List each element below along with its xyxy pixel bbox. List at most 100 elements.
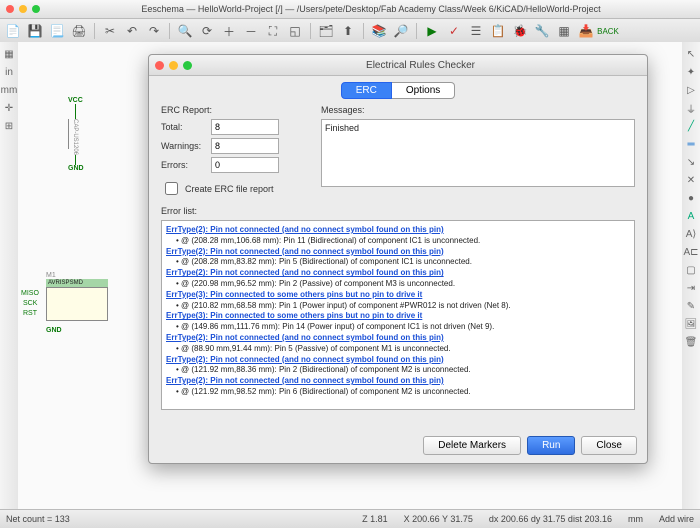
error-detail: • @ (210.82 mm,68.58 mm): Pin 1 (Power i…: [176, 301, 630, 312]
error-detail: • @ (121.92 mm,88.36 mm): Pin 2 (Bidirec…: [176, 365, 630, 376]
dialog-zoom-dot[interactable]: [183, 61, 192, 70]
delete-icon[interactable]: 🗑: [685, 336, 697, 348]
zoom-selection-icon[interactable]: ◱: [286, 22, 304, 40]
dialog-close-dot[interactable]: [155, 61, 164, 70]
new-icon[interactable]: 📄: [4, 22, 22, 40]
error-detail: • @ (208.28 mm,83.82 mm): Pin 5 (Bidirec…: [176, 257, 630, 268]
highlight-icon[interactable]: ✦: [685, 66, 697, 78]
cursor-icon[interactable]: ✛: [3, 102, 15, 114]
create-report-checkbox[interactable]: [165, 182, 178, 195]
left-edge-toolbar: ▦ in mm ✛ ⊞: [0, 42, 19, 510]
main-toolbar: 📄 💾 📃 🖨 ✂ ↶ ↷ 🔍 ⟳ ＋ － ⛶ ◱ 🗂 ⬆ 📚 🔎 ▶ ✓ ☰ …: [0, 19, 700, 44]
bus-entry-icon[interactable]: ↘: [685, 156, 697, 168]
annotate-icon[interactable]: ▶: [423, 22, 441, 40]
zoom-out-icon[interactable]: －: [242, 22, 260, 40]
error-header[interactable]: ErrType(3): Pin connected to some others…: [166, 290, 630, 301]
error-header[interactable]: ErrType(2): Pin not connected (and no co…: [166, 247, 630, 258]
m1-ref: M1: [46, 272, 108, 279]
error-header[interactable]: ErrType(2): Pin not connected (and no co…: [166, 333, 630, 344]
right-edge-toolbar: ↖ ✦ ▷ ⏚ ╱ ═ ↘ ✕ ● A A⟩ A⊏ ▢ ⇥ ✎ 🖼 🗑: [681, 42, 700, 510]
error-header[interactable]: ErrType(2): Pin not connected (and no co…: [166, 376, 630, 387]
zoom-in-icon[interactable]: ＋: [220, 22, 238, 40]
pcbnew-icon[interactable]: ▦: [555, 22, 573, 40]
hierarchy-icon[interactable]: 🗂: [317, 22, 335, 40]
vcc-label: VCC: [68, 97, 84, 104]
zoom-refresh-icon[interactable]: ⟳: [198, 22, 216, 40]
netlist-icon[interactable]: 📋: [489, 22, 507, 40]
erc-report-label: ERC Report:: [161, 105, 311, 115]
hier-label-icon[interactable]: A⊏: [685, 246, 697, 258]
line-icon[interactable]: ✎: [685, 300, 697, 312]
error-detail: • @ (149.86 mm,111.76 mm): Pin 14 (Power…: [176, 322, 630, 333]
tab-erc[interactable]: ERC: [341, 82, 392, 99]
m1-gnd: GND: [46, 327, 108, 334]
cvpcb-icon[interactable]: ☰: [467, 22, 485, 40]
zoom-fit-icon[interactable]: ⛶: [264, 22, 282, 40]
error-list[interactable]: ErrType(2): Pin not connected (and no co…: [161, 220, 635, 410]
cap-label: CAP-US1206: [72, 119, 78, 155]
cut-icon[interactable]: ✂: [101, 22, 119, 40]
bom-icon[interactable]: 🐞: [511, 22, 529, 40]
min-dot[interactable]: [19, 5, 27, 13]
dialog-titlebar: Electrical Rules Checker: [149, 55, 647, 76]
window-title: Eeschema — HelloWorld-Project [/] — /Use…: [48, 4, 694, 14]
tab-options[interactable]: Options: [392, 82, 455, 99]
zoom-dot[interactable]: [32, 5, 40, 13]
junction-icon[interactable]: ●: [685, 192, 697, 204]
place-wire-icon[interactable]: ╱: [685, 120, 697, 132]
error-header[interactable]: ErrType(2): Pin not connected (and no co…: [166, 355, 630, 366]
import-icon[interactable]: 📥: [577, 22, 595, 40]
print-icon[interactable]: 🖨: [70, 22, 88, 40]
status-tool: Add wire: [659, 514, 694, 524]
error-detail: • @ (208.28 mm,106.68 mm): Pin 11 (Bidir…: [176, 236, 630, 247]
error-detail: • @ (121.92 mm,98.52 mm): Pin 6 (Bidirec…: [176, 387, 630, 398]
gnd-label: GND: [68, 165, 84, 172]
error-header[interactable]: ErrType(2): Pin not connected (and no co…: [166, 225, 630, 236]
dialog-tabs: ERC Options: [149, 76, 647, 105]
status-netcount: Net count = 133: [6, 514, 70, 524]
dialog-min-dot[interactable]: [169, 61, 178, 70]
image-icon[interactable]: 🖼: [685, 318, 697, 330]
place-power-icon[interactable]: ⏚: [685, 102, 697, 114]
erc-icon[interactable]: ✓: [445, 22, 463, 40]
place-bus-icon[interactable]: ═: [685, 138, 697, 150]
erc-dialog: Electrical Rules Checker ERC Options ERC…: [148, 54, 648, 464]
erc-report-box: ERC Report: Total: Warnings: Errors: Cre…: [161, 105, 311, 198]
warnings-field[interactable]: [211, 138, 279, 154]
lib-browse-icon[interactable]: 🔎: [392, 22, 410, 40]
unit-in-icon[interactable]: in: [3, 66, 15, 78]
close-dot[interactable]: [6, 5, 14, 13]
place-comp-icon[interactable]: ▷: [685, 84, 697, 96]
find-icon[interactable]: 🔍: [176, 22, 194, 40]
error-detail: • @ (220.98 mm,96.52 mm): Pin 2 (Passive…: [176, 279, 630, 290]
sheet-icon[interactable]: ▢: [685, 264, 697, 276]
save-icon[interactable]: 💾: [26, 22, 44, 40]
lib-edit-icon[interactable]: 📚: [370, 22, 388, 40]
close-button[interactable]: Close: [581, 436, 637, 455]
dialog-title: Electrical Rules Checker: [200, 60, 641, 71]
errors-field[interactable]: [211, 157, 279, 173]
error-header[interactable]: ErrType(3): Pin connected to some others…: [166, 311, 630, 322]
error-header[interactable]: ErrType(2): Pin not connected (and no co…: [166, 268, 630, 279]
error-detail: • @ (88.90 mm,91.44 mm): Pin 5 (Passive)…: [176, 344, 630, 355]
page-icon[interactable]: 📃: [48, 22, 66, 40]
unit-mm-icon[interactable]: mm: [3, 84, 15, 96]
back-icon[interactable]: BACK: [599, 22, 617, 40]
select-icon[interactable]: ↖: [685, 48, 697, 60]
footprint-icon[interactable]: 🔧: [533, 22, 551, 40]
leave-sheet-icon[interactable]: ⬆: [339, 22, 357, 40]
delete-markers-button[interactable]: Delete Markers: [423, 436, 521, 455]
status-zoom: Z 1.81: [362, 514, 388, 524]
label-icon[interactable]: A: [685, 210, 697, 222]
import-pin-icon[interactable]: ⇥: [685, 282, 697, 294]
redo-icon[interactable]: ↷: [145, 22, 163, 40]
status-dxy: dx 200.66 dy 31.75 dist 203.16: [489, 514, 612, 524]
status-bar: Net count = 133 Z 1.81 X 200.66 Y 31.75 …: [0, 509, 700, 528]
undo-icon[interactable]: ↶: [123, 22, 141, 40]
noconn-icon[interactable]: ✕: [685, 174, 697, 186]
total-field[interactable]: [211, 119, 279, 135]
grid-icon[interactable]: ▦: [3, 48, 15, 60]
global-label-icon[interactable]: A⟩: [685, 228, 697, 240]
run-button[interactable]: Run: [527, 436, 575, 455]
hidden-pins-icon[interactable]: ⊞: [3, 120, 15, 132]
